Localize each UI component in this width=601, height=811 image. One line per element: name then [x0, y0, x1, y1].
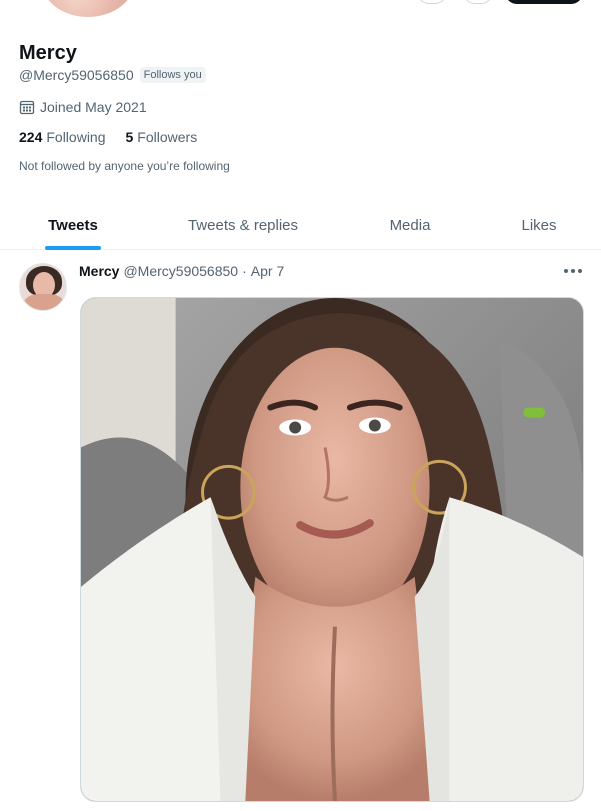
photo-illustration	[81, 298, 583, 801]
follow-button[interactable]	[505, 0, 583, 4]
joined-date: Joined May 2021	[19, 99, 579, 115]
profile-info: Mercy @Mercy59056850 Follows you Joined …	[19, 40, 579, 173]
tab-label: Media	[389, 216, 431, 234]
tab-label: Likes	[521, 216, 557, 234]
tweet[interactable]: Mercy @Mercy59056850 · Apr 7	[0, 251, 601, 811]
handle-row: @Mercy59056850 Follows you	[19, 67, 579, 83]
tab-tweets-replies[interactable]: Tweets & replies	[170, 200, 316, 250]
followers-label: Followers	[137, 129, 198, 145]
tab-media[interactable]: Media	[362, 200, 458, 250]
more-options-button[interactable]	[417, 0, 447, 4]
tweet-separator: ·	[242, 263, 247, 279]
tab-label: Tweets	[48, 216, 98, 234]
profile-avatar-image	[47, 0, 133, 17]
tweet-header: Mercy @Mercy59056850 · Apr 7	[79, 263, 284, 279]
more-horizontal-icon[interactable]	[564, 265, 584, 277]
tweet-photo[interactable]	[80, 297, 584, 802]
follows-you-badge: Follows you	[139, 67, 206, 83]
tweet-date[interactable]: Apr 7	[251, 263, 284, 279]
followers-link[interactable]: 5 Followers	[126, 129, 198, 145]
follow-counts: 224 Following 5 Followers	[19, 129, 579, 145]
profile-name: Mercy	[19, 42, 77, 64]
tweet-author-name[interactable]: Mercy	[79, 263, 119, 279]
following-count: 224	[19, 129, 43, 145]
profile-avatar[interactable]	[38, 0, 138, 20]
tweet-author-avatar[interactable]	[19, 263, 67, 311]
followers-count: 5	[125, 129, 134, 145]
message-button[interactable]	[463, 0, 493, 4]
not-followed-text: Not followed by anyone you’re following	[19, 159, 230, 173]
profile-tabs: Tweets Tweets & replies Media Likes	[0, 200, 601, 250]
following-label: Following	[46, 129, 106, 145]
tweet-author-handle[interactable]: @Mercy59056850	[123, 263, 238, 279]
calendar-icon	[19, 100, 35, 115]
tab-label: Tweets & replies	[187, 216, 299, 234]
tab-likes[interactable]: Likes	[500, 200, 578, 250]
tab-tweets[interactable]: Tweets	[19, 200, 127, 250]
active-tab-indicator	[45, 246, 101, 250]
profile-handle: @Mercy59056850	[19, 67, 134, 83]
following-link[interactable]: 224 Following	[19, 129, 106, 145]
avatar-body	[24, 294, 64, 310]
joined-label: Joined May 2021	[40, 99, 147, 115]
